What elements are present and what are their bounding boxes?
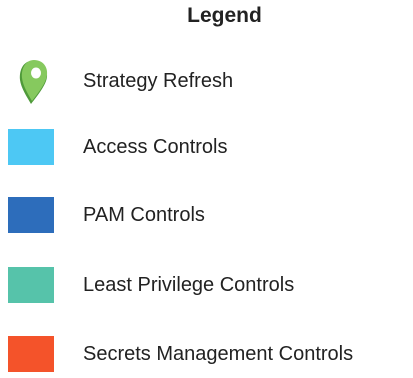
legend-item-label: Access Controls xyxy=(83,136,228,158)
legend-item-label: Strategy Refresh xyxy=(83,70,234,92)
legend-item-pam-controls: PAM Controls xyxy=(0,191,413,239)
legend-item-access-controls: Access Controls xyxy=(0,123,413,171)
access-controls-swatch xyxy=(8,129,54,165)
legend-title: Legend xyxy=(187,4,262,27)
least-privilege-controls-swatch xyxy=(8,267,54,303)
map-pin-icon xyxy=(19,60,48,104)
legend-item-label: PAM Controls xyxy=(83,204,205,226)
legend: Legend Strategy Refresh Access Controls … xyxy=(0,0,413,372)
pam-controls-swatch xyxy=(8,197,54,233)
legend-item-label: Least Privilege Controls xyxy=(83,274,295,296)
legend-item-strategy-refresh: Strategy Refresh xyxy=(0,57,413,105)
secrets-management-controls-swatch xyxy=(8,336,54,372)
legend-item-least-privilege-controls: Least Privilege Controls xyxy=(0,261,413,309)
